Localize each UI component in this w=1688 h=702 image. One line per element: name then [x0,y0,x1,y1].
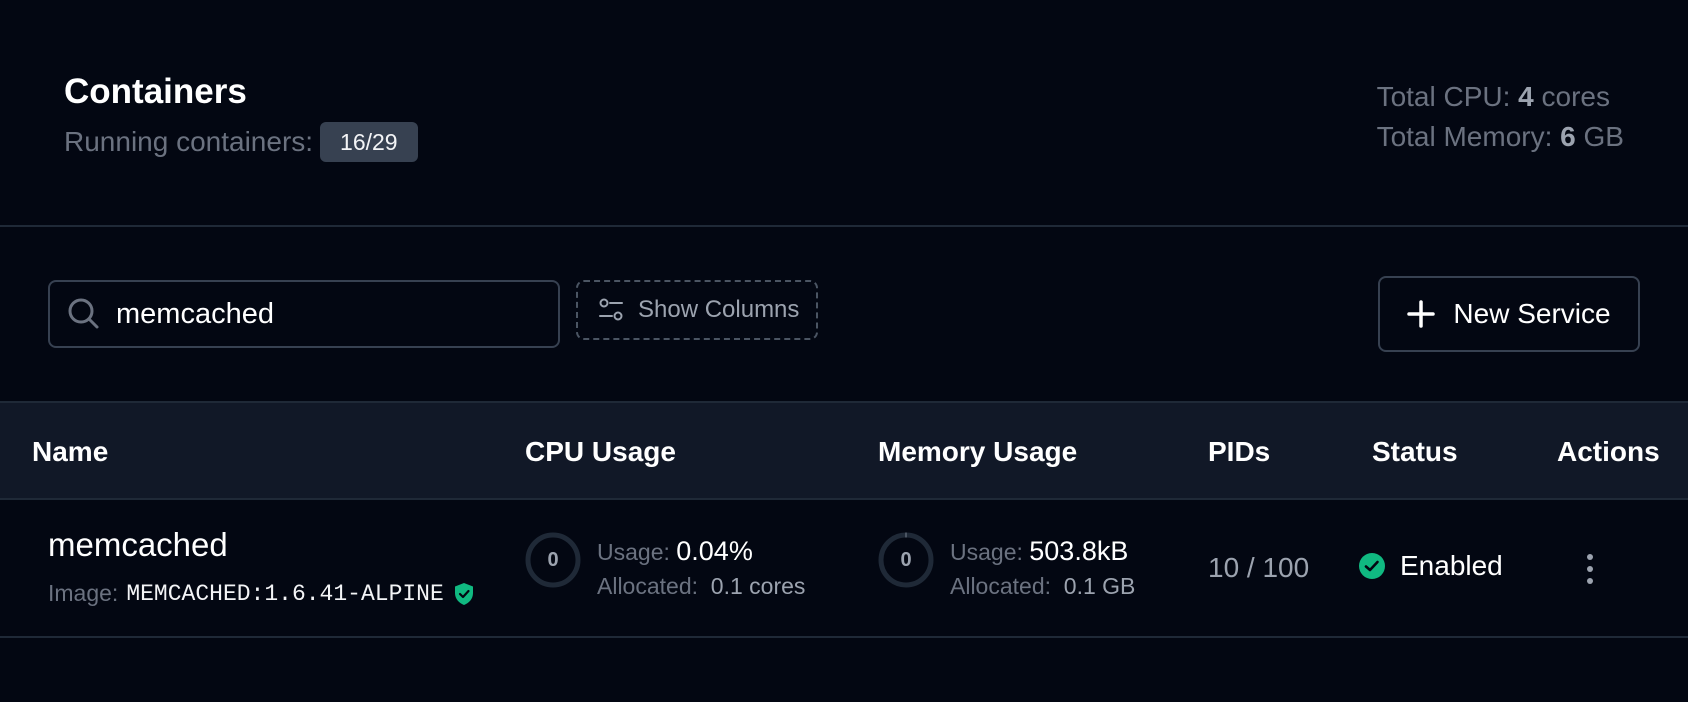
status-indicator: Enabled [1358,550,1503,582]
image-name: MEMCACHED:1.6.41-ALPINE [126,580,444,607]
memory-usage-value: 503.8kB [1029,536,1129,566]
table-header: Name CPU Usage Memory Usage PIDs Status … [0,401,1688,500]
running-count-badge: 16/29 [320,122,418,162]
total-cpu-value: 4 [1518,81,1534,112]
running-label: Running containers: [64,126,314,157]
check-circle-icon [1359,553,1385,579]
memory-usage: Usage: 503.8kB [950,536,1129,566]
show-columns-button[interactable]: Show Columns [576,280,818,340]
container-name[interactable]: memcached [48,526,228,564]
container-image: Image: MEMCACHED:1.6.41-ALPINE [48,580,474,607]
pids-value: 10 / 100 [1208,552,1310,583]
total-cpu: Total CPU: 4 cores [1376,81,1610,112]
search-input[interactable] [116,297,536,331]
shield-check-icon [454,582,473,605]
column-header-status[interactable]: Status [1372,436,1458,468]
resource-totals: Total CPU: 4 cores Total Memory: 6 GB [1377,77,1624,157]
search-icon [68,298,99,329]
memory-gauge: 0 [877,531,935,589]
more-vertical-icon [1587,554,1593,584]
plus-icon [1407,300,1436,328]
cpu-gauge-value: 0 [547,549,559,571]
column-header-pids[interactable]: PIDs [1208,436,1270,468]
page-header: Containers Running containers: 16/29 Tot… [0,0,1688,227]
row-actions-button[interactable] [1578,552,1602,586]
new-service-button[interactable]: New Service [1378,276,1640,352]
memory-metrics: Usage: 503.8kB Allocated: 0.1 GB [950,534,1135,603]
toolbar: Show Columns New Service [0,227,1688,401]
table-row[interactable]: memcached Image: MEMCACHED:1.6.41-ALPINE… [0,500,1688,638]
column-header-memory[interactable]: Memory Usage [878,436,1077,468]
cpu-usage: Usage: 0.04% [597,536,753,566]
new-service-label: New Service [1453,298,1611,329]
show-columns-label: Show Columns [638,296,800,323]
cpu-usage-value: 0.04% [676,536,753,566]
cpu-gauge: 0 [524,531,582,589]
memory-allocated-value: 0.1 GB [1063,573,1136,599]
search-box[interactable] [48,280,560,348]
column-header-cpu[interactable]: CPU Usage [525,436,676,468]
sliders-icon [599,298,623,321]
cpu-allocated: Allocated: 0.1 cores [597,573,806,599]
column-header-name[interactable]: Name [32,436,108,468]
running-containers: Running containers: 16/29 [64,122,418,162]
cpu-allocated-value: 0.1 cores [710,573,806,599]
page-title: Containers [64,72,247,111]
status-label: Enabled [1400,550,1503,581]
total-memory: Total Memory: 6 GB [1376,121,1624,152]
memory-gauge-value: 0 [900,549,912,571]
memory-allocated: Allocated: 0.1 GB [950,573,1136,599]
total-memory-value: 6 [1560,121,1576,152]
column-header-actions: Actions [1557,436,1660,467]
cpu-metrics: Usage: 0.04% Allocated: 0.1 cores [597,534,805,603]
